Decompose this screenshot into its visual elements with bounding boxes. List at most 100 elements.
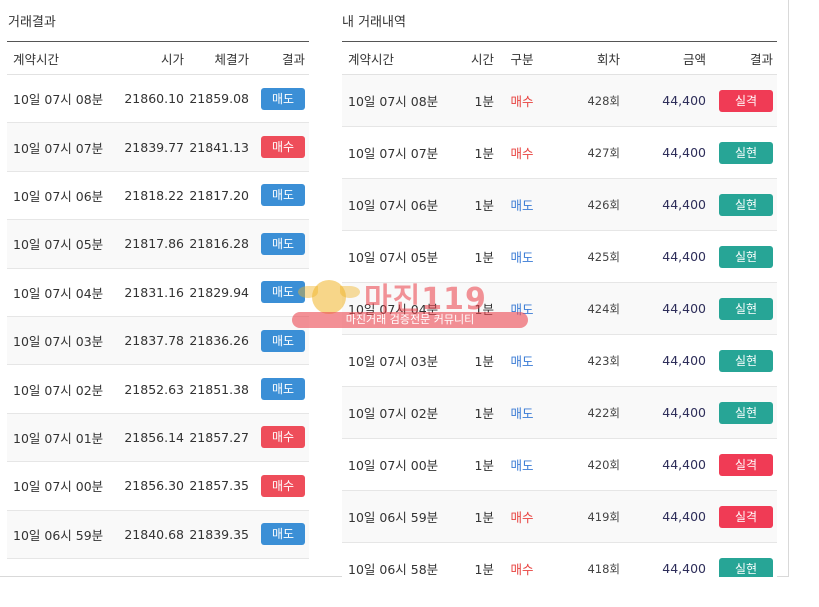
header-result: 결과	[249, 41, 309, 75]
result-badge: 매도	[261, 87, 305, 110]
result-cell: 매수	[249, 461, 309, 511]
header-type: 구분	[494, 41, 550, 75]
table-row: 10일 06시 59분 1분 매수 419회 44,400 실격	[342, 490, 777, 543]
result-badge: 매도	[261, 281, 305, 304]
result-badge: 실현	[719, 193, 773, 216]
contract-time: 10일 07시 06분	[342, 178, 460, 231]
header-contract-time: 계약시간	[342, 41, 460, 75]
contract-time: 10일 07시 08분	[7, 74, 119, 124]
result-cell: 실현	[706, 282, 777, 335]
result-badge: 실격	[719, 89, 773, 112]
header-round: 회차	[550, 41, 620, 75]
result-cell: 매도	[249, 219, 309, 269]
result-badge: 매도	[261, 378, 305, 401]
amount: 44,400	[620, 438, 706, 491]
amount: 44,400	[620, 334, 706, 387]
table-row: 10일 07시 07분 1분 매수 427회 44,400 실현	[342, 126, 777, 179]
header-close-price: 체결가	[184, 41, 249, 75]
contract-time: 10일 07시 07분	[7, 122, 119, 172]
contract-time: 10일 07시 05분	[342, 230, 460, 283]
result-badge: 매도	[261, 329, 305, 352]
result-cell: 매도	[249, 316, 309, 366]
table-row: 10일 07시 04분 21831.16 21829.94 매도	[7, 268, 309, 317]
result-cell: 실현	[706, 542, 777, 577]
result-cell: 매수	[249, 122, 309, 172]
close-price: 21839.35	[184, 510, 249, 559]
contract-time: 10일 07시 02분	[342, 386, 460, 439]
my-trades-table: 계약시간 시간 구분 회차 금액 결과 10일 07시 08분 1분 매수 428회 4…	[342, 41, 777, 577]
result-cell: 매도	[249, 510, 309, 559]
result-cell: 실현	[706, 178, 777, 231]
trade-type: 매도	[494, 178, 550, 231]
open-price: 21856.30	[119, 461, 184, 511]
table-row: 10일 07시 03분 21837.78 21836.26 매도	[7, 316, 309, 366]
table-row: 10일 07시 08분 1분 매수 428회 44,400 실격	[342, 74, 777, 127]
duration: 1분	[460, 438, 494, 491]
table-row: 10일 07시 03분 1분 매도 423회 44,400 실현	[342, 334, 777, 387]
result-badge: 실현	[719, 141, 773, 164]
trade-type: 매수	[494, 490, 550, 543]
trade-type: 매수	[494, 542, 550, 577]
table-row: 10일 07시 06분 21818.22 21817.20 매도	[7, 171, 309, 221]
amount: 44,400	[620, 126, 706, 179]
round-number: 418회	[550, 542, 620, 577]
amount: 44,400	[620, 386, 706, 439]
contract-time: 10일 07시 06분	[7, 171, 119, 221]
contract-time: 10일 07시 00분	[342, 438, 460, 491]
result-cell: 매도	[249, 268, 309, 317]
trade-results-title: 거래결과	[8, 15, 56, 30]
contract-time: 10일 07시 04분	[7, 268, 119, 317]
open-price: 21840.68	[119, 510, 184, 559]
trade-type: 매도	[494, 386, 550, 439]
result-badge: 매수	[261, 136, 305, 159]
table-row: 10일 07시 05분 1분 매도 425회 44,400 실현	[342, 230, 777, 283]
result-badge: 매도	[261, 184, 305, 207]
table-row: 10일 07시 05분 21817.86 21816.28 매도	[7, 219, 309, 269]
result-badge: 실현	[719, 297, 773, 320]
result-cell: 매도	[249, 74, 309, 124]
open-price: 21817.86	[119, 219, 184, 269]
duration: 1분	[460, 386, 494, 439]
round-number: 428회	[550, 74, 620, 127]
round-number: 426회	[550, 178, 620, 231]
contract-time: 10일 07시 05분	[7, 219, 119, 269]
round-number: 420회	[550, 438, 620, 491]
amount: 44,400	[620, 282, 706, 335]
contract-time: 10일 07시 01분	[7, 413, 119, 463]
result-badge: 실현	[719, 557, 773, 577]
table-row: 10일 07시 07분 21839.77 21841.13 매수	[7, 122, 309, 172]
duration: 1분	[460, 178, 494, 231]
duration: 1분	[460, 74, 494, 127]
round-number: 423회	[550, 334, 620, 387]
contract-time: 10일 06시 59분	[342, 490, 460, 543]
table-row: 10일 07시 08분 21860.10 21859.08 매도	[7, 74, 309, 124]
trade-type: 매도	[494, 230, 550, 283]
close-price: 21817.20	[184, 171, 249, 221]
result-badge: 매도	[261, 232, 305, 255]
trade-type: 매도	[494, 438, 550, 491]
contract-time: 10일 07시 08분	[342, 74, 460, 127]
close-price: 21829.94	[184, 268, 249, 317]
amount: 44,400	[620, 490, 706, 543]
contract-time: 10일 06시 58분	[342, 542, 460, 577]
contract-time: 10일 07시 04분	[342, 282, 460, 335]
trade-type: 매도	[494, 282, 550, 335]
duration: 1분	[460, 282, 494, 335]
result-badge: 매도	[261, 523, 305, 546]
amount: 44,400	[620, 542, 706, 577]
table-row: 10일 07시 01분 21856.14 21857.27 매수	[7, 413, 309, 463]
my-trades-title: 내 거래내역	[342, 15, 406, 30]
header-contract-time: 계약시간	[7, 41, 119, 75]
result-cell: 실격	[706, 74, 777, 127]
duration: 1분	[460, 490, 494, 543]
result-cell: 실현	[706, 126, 777, 179]
my-trades-scroll-area[interactable]: 계약시간 시간 구분 회차 금액 결과 10일 07시 08분 1분 매수 428회 4…	[342, 41, 782, 577]
amount: 44,400	[620, 74, 706, 127]
open-price: 21831.16	[119, 268, 184, 317]
contract-time: 10일 07시 03분	[7, 316, 119, 366]
result-badge: 실격	[719, 505, 773, 528]
open-price: 21860.10	[119, 74, 184, 124]
result-cell: 매수	[249, 413, 309, 463]
duration: 1분	[460, 334, 494, 387]
result-badge: 실현	[719, 245, 773, 268]
